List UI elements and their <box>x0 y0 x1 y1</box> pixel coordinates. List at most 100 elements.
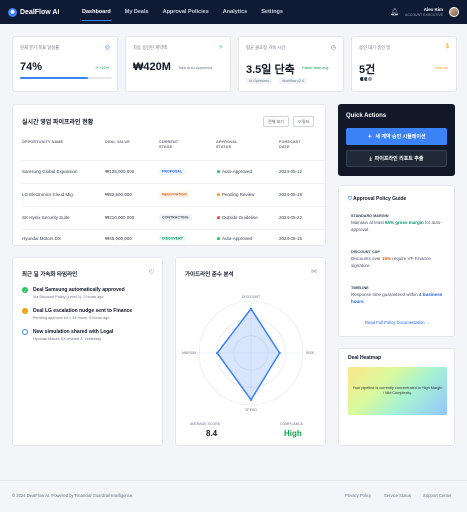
filter-button[interactable]: ⚲ 필터 <box>293 116 315 127</box>
timeline-item: New simulation shared with Legal Hyundai… <box>22 329 167 341</box>
lightning-icon: ⚡︎ <box>218 45 223 51</box>
footer-status-link[interactable]: Service Status <box>384 493 411 498</box>
check-icon: ✓ <box>22 287 28 293</box>
radar-axis-label: RISK <box>306 351 315 355</box>
policy-text: Response time guaranteed within 4 busine… <box>351 292 449 305</box>
shield-icon: ⛉ <box>348 196 352 202</box>
forecast-date: 2024-05-18 <box>279 191 303 197</box>
nav-dashboard[interactable]: Dashboard <box>82 0 111 24</box>
status-dot <box>217 192 220 196</box>
policy-guide-title: ⛉ Approval Policy Guide <box>348 196 406 202</box>
pipeline-title: 실시간 영업 파이프라인 현황 <box>22 120 94 126</box>
opportunity-name[interactable]: Samsung Global Expansion <box>22 169 100 175</box>
nav-my-deals[interactable]: My Deals <box>125 0 149 24</box>
nav-settings[interactable]: Settings <box>261 0 283 24</box>
forecast-date: 2024-05-22 <box>279 214 303 220</box>
policy-guide-card: ⛉ Approval Policy Guide STANDARD MARGIN … <box>338 185 455 337</box>
export-button[interactable]: 전체 보기 <box>263 116 289 127</box>
heatmap-card: Deal Heatmap Your pipeline is currently … <box>338 348 455 446</box>
circle-icon <box>22 329 28 335</box>
top-nav-bar: ◉ DealFlow AI Dashboard My Deals Approva… <box>0 0 467 24</box>
deal-value: ₩125,000,000 <box>105 168 135 174</box>
table-row[interactable]: Hyundai Motors DX ₩45,000,000 DISCOVERY … <box>21 229 327 247</box>
avatar[interactable] <box>449 7 459 17</box>
policy-guide-title-text: Approval Policy Guide <box>352 196 407 202</box>
policy-head: TIMELINE <box>351 286 369 290</box>
col-approval-status: APPROVAL STATUS <box>216 140 238 149</box>
view-all-link[interactable]: View All <box>435 66 448 70</box>
filter-label: 필터 <box>302 118 310 124</box>
col-deal-value: DEAL VALUE <box>105 140 130 144</box>
approval-status: Pending Review <box>222 191 255 197</box>
deal-value: ₩82,500,000 <box>105 191 132 197</box>
table-row[interactable]: SK Hynix Security Suite ₩210,000,000 CON… <box>21 206 327 228</box>
stage-badge: PROPOSAL <box>159 168 186 176</box>
timeline-item-title: Deal LG escalation nudge sent to Finance <box>33 308 133 314</box>
export-report-button[interactable]: ⤓ 파이프라인 리포트 추출 <box>346 150 447 167</box>
plus-icon: ＋ <box>367 134 373 140</box>
compliance-label: COMPLIANCE <box>280 422 304 426</box>
kpi-label: 자동 승인된 계약액 <box>133 45 168 50</box>
opportunity-name[interactable]: SK Hynix Security Suite <box>22 215 104 221</box>
timeline-item-title: Deal Samsung automatically approved <box>33 287 125 293</box>
opportunity-name[interactable]: LG Electronics Cloud Mig. <box>22 192 104 198</box>
heatmap-visual[interactable]: Your pipeline is currently concentrated … <box>348 367 447 415</box>
timeline-item-sub: Via Discount Policy (Level 1). 2 hours a… <box>33 295 104 299</box>
user-info: Alex Kim ACCOUNT EXECUTIVE <box>405 7 443 17</box>
footer-copyright: © 2024 DealFlow AI. Powered by Financial… <box>12 493 134 498</box>
radar-axis-label: DISCOUNT <box>242 295 261 299</box>
tag-chip: Workflow v2.4 <box>279 78 307 84</box>
policy-text-pre: Maintain at least <box>351 220 386 225</box>
brand-name: DealFlow AI <box>20 8 60 16</box>
radar-series-polygon <box>216 307 281 402</box>
policy-block-margin: STANDARD MARGIN Maintain at least 65% gr… <box>351 214 449 233</box>
policy-text: Discounts over 15% require VP Finance si… <box>351 256 449 269</box>
stage-badge: DISCOVERY <box>159 235 187 243</box>
forecast-date: 2024-06-15 <box>279 235 303 241</box>
radar-axis-label: MARGIN <box>182 351 196 355</box>
logo-icon: ◉ <box>8 7 17 17</box>
tag-chip: AI Optimized <box>246 78 273 84</box>
policy-text-post: . <box>363 298 365 304</box>
status-dot <box>217 215 220 219</box>
target-icon: ◎ <box>104 45 110 51</box>
opportunity-name[interactable]: Hyundai Motors DX <box>22 236 104 242</box>
bell-icon[interactable]: 🔔︎ <box>390 8 399 16</box>
status-dot <box>217 236 220 240</box>
forecast-date: 2024-05-12 <box>279 168 303 174</box>
approver-avatars <box>359 76 373 82</box>
table-row[interactable]: Samsung Global Expansion ₩125,000,000 PR… <box>21 160 327 182</box>
nav-approval-policies[interactable]: Approval Policies <box>163 0 209 24</box>
kpi-card-auto-approved: 자동 승인된 계약액 ⚡︎ ₩420M Total Auto-Approved <box>125 36 231 92</box>
radar-point <box>216 351 219 355</box>
radar-chart: DISCOUNT RISK SPEED MARGIN <box>182 295 315 412</box>
radar-card: 가이드라인 준수 분석 ⋈ DISCOUNT RISK SPEED MARGIN AV… <box>175 257 326 446</box>
radar-point <box>249 398 253 401</box>
stage-badge: NEGOTIATION <box>159 191 190 199</box>
timeline-item-title: New simulation shared with Legal <box>33 329 114 335</box>
status-dot <box>217 169 220 173</box>
footer: © 2024 DealFlow AI. Powered by Financial… <box>0 480 467 512</box>
kpi-sub: Total Auto-Approved <box>178 66 213 70</box>
policy-head: STANDARD MARGIN <box>351 214 389 218</box>
timeline-item-sub: Pending approval for > 24 hours. 5 hours… <box>33 316 110 320</box>
avg-score-label: AVERAGE SCORE <box>190 422 221 426</box>
footer-privacy-link[interactable]: Privacy Policy <box>345 493 371 498</box>
col-opportunity: OPPORTUNITY NAME <box>22 140 64 144</box>
policy-doc-link[interactable]: Read Full Policy Documentation → <box>339 320 456 325</box>
brand[interactable]: ◉ DealFlow AI <box>8 7 82 17</box>
policy-block-timeline: TIMELINE Response time guaranteed within… <box>351 286 449 305</box>
policy-text-pre: Discounts over <box>351 256 383 261</box>
footer-support-link[interactable]: Support Center <box>423 493 451 498</box>
history-icon[interactable]: ◴ <box>149 268 154 275</box>
deal-value: ₩210,000,000 <box>105 214 135 220</box>
kpi-label: 승인 대기 중인 딜 <box>359 45 391 50</box>
kpi-value: 5건 <box>359 64 376 76</box>
simulate-approval-button[interactable]: ＋ 새 계약 승인 시뮬레이션 <box>346 128 447 145</box>
table-row[interactable]: LG Electronics Cloud Mig. ₩82,500,000 NE… <box>21 183 327 205</box>
kpi-value: ₩420M <box>133 61 171 73</box>
simulate-approval-label: 새 계약 승인 시뮬레이션 <box>375 134 426 140</box>
policy-text: Maintain at least 65% gross margin for a… <box>351 220 449 233</box>
nav-analytics[interactable]: Analytics <box>223 0 247 24</box>
kpi-delta: ↗ +12% <box>94 66 109 70</box>
